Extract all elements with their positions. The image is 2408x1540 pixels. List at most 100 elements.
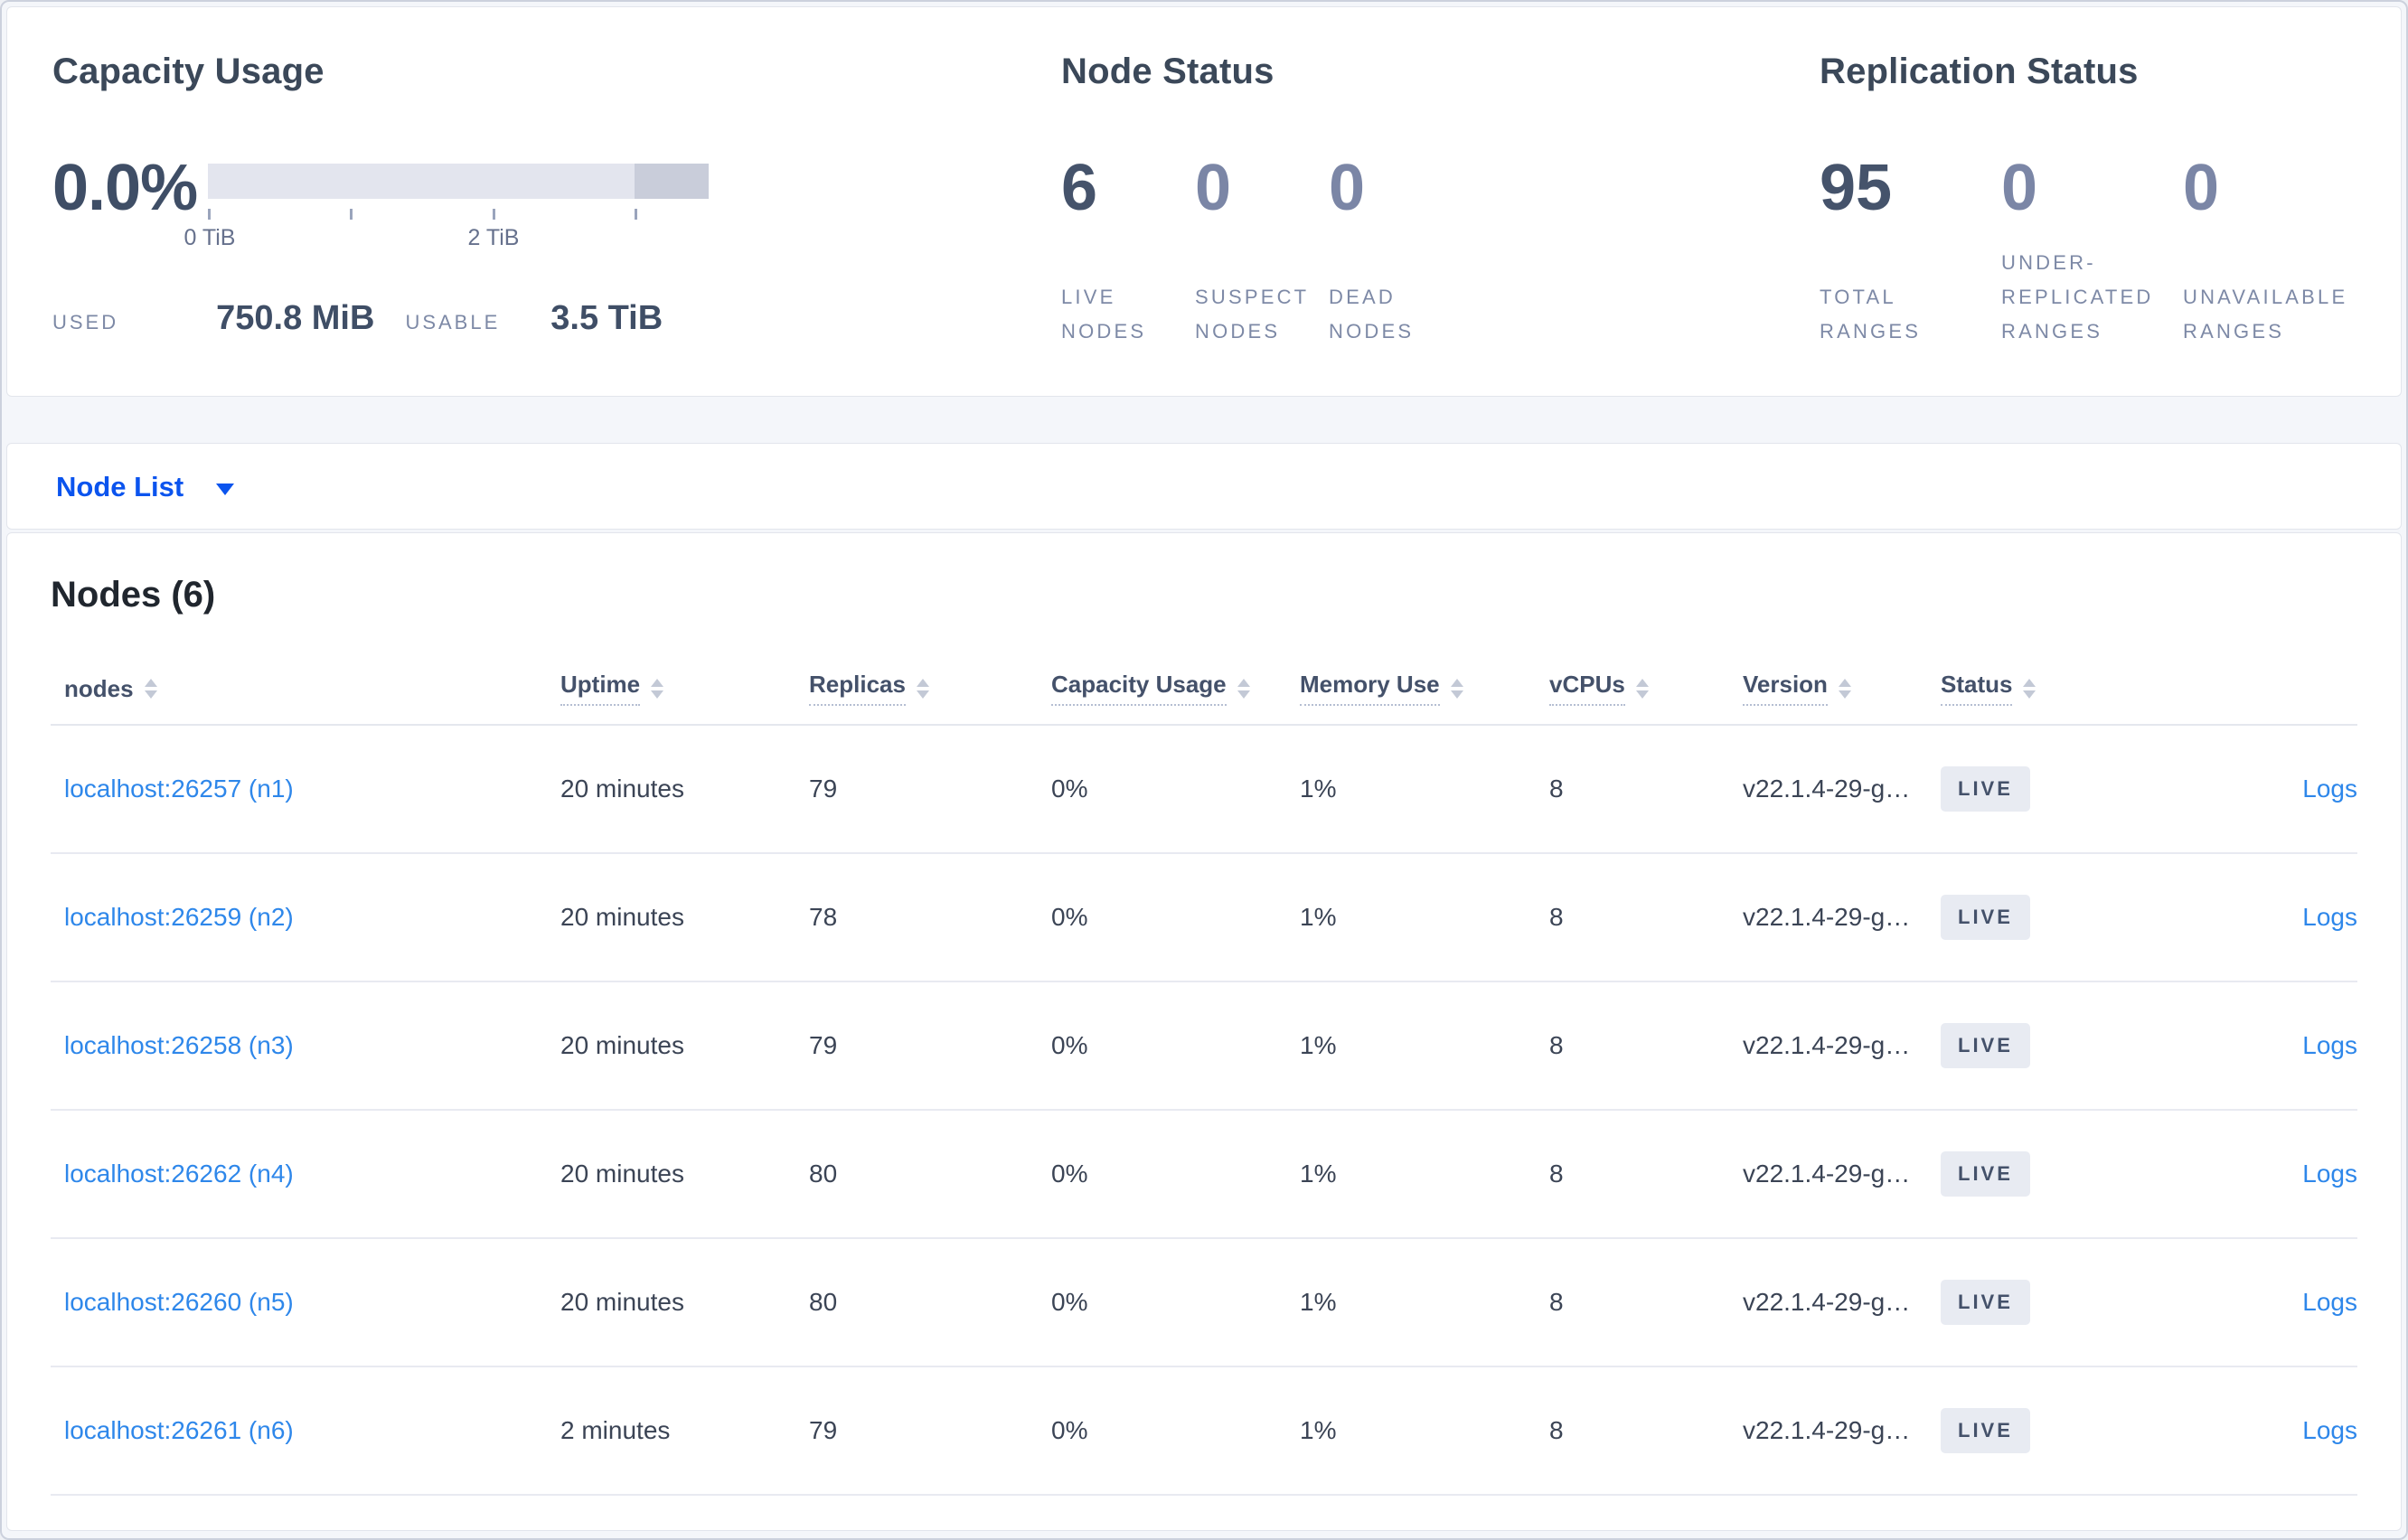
node-link[interactable]: localhost:26258 (n3) — [64, 1031, 294, 1059]
memory-cell: 1% — [1300, 1416, 1337, 1444]
table-row: localhost:26257 (n1) 20 minutes 79 0% 1%… — [51, 726, 2357, 854]
node-list-dropdown[interactable]: Node List — [56, 470, 235, 502]
status-badge: LIVE — [1941, 1151, 2030, 1197]
capacity-axis-tick — [635, 209, 637, 220]
uptime-cell: 20 minutes — [560, 1288, 684, 1316]
dead-nodes-value: 0 — [1329, 152, 1366, 224]
capacity-cell: 0% — [1051, 1416, 1088, 1444]
node-link[interactable]: localhost:26259 (n2) — [64, 903, 294, 931]
usable-value: 3.5 TiB — [550, 299, 663, 337]
table-row: localhost:26260 (n5) 20 minutes 80 0% 1%… — [51, 1239, 2357, 1367]
capacity-cell: 0% — [1051, 903, 1088, 931]
sort-icon[interactable] — [916, 679, 929, 699]
status-badge: LIVE — [1941, 1023, 2030, 1068]
logs-link[interactable]: Logs — [2302, 1416, 2357, 1444]
status-badge: LIVE — [1941, 895, 2030, 940]
replicas-cell: 79 — [809, 1416, 838, 1444]
vcpus-cell: 8 — [1549, 1160, 1564, 1188]
memory-cell: 1% — [1300, 1160, 1337, 1188]
replication-status-section: Replication Status 95 TOTAL RANGES 0 UND… — [1820, 53, 2401, 396]
nodes-table-panel: Nodes (6) nodes Uptime Replicas Capacity… — [6, 532, 2402, 1531]
column-header-replicas-label: Replicas — [809, 671, 906, 706]
replicas-cell: 79 — [809, 775, 838, 803]
cluster-overview-page: Capacity Usage 0.0% 0 TiB 2 TiB USED 750… — [0, 0, 2408, 1540]
logs-link[interactable]: Logs — [2302, 775, 2357, 803]
replication-status-title: Replication Status — [1820, 52, 2139, 91]
version-cell: v22.1.4-29-g… — [1743, 1288, 1911, 1316]
capacity-bar-track — [208, 164, 709, 199]
node-status-title: Node Status — [1061, 52, 1275, 91]
cluster-summary-panel: Capacity Usage 0.0% 0 TiB 2 TiB USED 750… — [6, 6, 2402, 397]
column-header-vcpus-label: vCPUs — [1549, 671, 1625, 706]
under-replicated-ranges-value: 0 — [2001, 152, 2038, 224]
live-nodes-label: LIVE NODES — [1061, 286, 1147, 343]
sort-icon[interactable] — [1635, 679, 1649, 699]
capacity-axis-tick — [208, 209, 211, 220]
column-header-uptime[interactable]: Uptime — [560, 671, 809, 706]
nodes-table-header-row: nodes Uptime Replicas Capacity Usage Mem… — [51, 653, 2357, 726]
logs-link[interactable]: Logs — [2302, 903, 2357, 931]
capacity-cell: 0% — [1051, 1160, 1088, 1188]
column-header-nodes[interactable]: nodes — [51, 676, 560, 702]
unavailable-ranges-value: 0 — [2183, 152, 2220, 224]
column-header-replicas[interactable]: Replicas — [809, 671, 1051, 706]
dead-nodes-label: DEAD NODES — [1329, 286, 1415, 343]
sort-icon[interactable] — [1237, 679, 1250, 699]
column-header-vcpus[interactable]: vCPUs — [1549, 671, 1743, 706]
suspect-nodes-value: 0 — [1195, 152, 1232, 224]
sort-icon[interactable] — [1450, 679, 1463, 699]
column-header-memory-use[interactable]: Memory Use — [1300, 671, 1549, 706]
used-label: USED — [52, 311, 119, 333]
capacity-percent-value: 0.0% — [52, 152, 198, 224]
node-link[interactable]: localhost:26260 (n5) — [64, 1288, 294, 1316]
node-link[interactable]: localhost:26262 (n4) — [64, 1160, 294, 1188]
usable-label: USABLE — [405, 311, 501, 333]
sort-icon[interactable] — [2023, 679, 2036, 699]
uptime-cell: 20 minutes — [560, 1160, 684, 1188]
capacity-usage-title: Capacity Usage — [52, 52, 325, 91]
suspect-nodes-label: SUSPECT NODES — [1195, 286, 1309, 343]
node-list-dropdown-label: Node List — [56, 470, 184, 502]
logs-link[interactable]: Logs — [2302, 1288, 2357, 1316]
capacity-axis-label-0: 0 TiB — [183, 225, 236, 250]
uptime-cell: 2 minutes — [560, 1416, 671, 1444]
column-header-capacity-usage[interactable]: Capacity Usage — [1051, 671, 1300, 706]
nodes-heading: Nodes (6) — [51, 575, 216, 615]
live-nodes-value: 6 — [1061, 152, 1098, 224]
column-header-nodes-label: nodes — [64, 674, 134, 702]
sort-icon[interactable] — [651, 679, 664, 699]
under-replicated-ranges-label: UNDER-REPLICATED RANGES — [2001, 251, 2154, 343]
logs-link[interactable]: Logs — [2302, 1160, 2357, 1188]
node-link[interactable]: localhost:26261 (n6) — [64, 1416, 294, 1444]
vcpus-cell: 8 — [1549, 903, 1564, 931]
column-header-status[interactable]: Status — [1941, 671, 2172, 706]
total-ranges-stat: 95 TOTAL RANGES — [1820, 152, 2001, 349]
under-replicated-ranges-stat: 0 UNDER-REPLICATED RANGES — [2001, 152, 2183, 349]
suspect-nodes-stat: 0 SUSPECT NODES — [1195, 152, 1329, 349]
vcpus-cell: 8 — [1549, 775, 1564, 803]
replicas-cell: 80 — [809, 1160, 838, 1188]
capacity-cell: 0% — [1051, 775, 1088, 803]
column-header-version[interactable]: Version — [1743, 671, 1941, 706]
total-ranges-label: TOTAL RANGES — [1820, 286, 1922, 343]
memory-cell: 1% — [1300, 1288, 1337, 1316]
uptime-cell: 20 minutes — [560, 903, 684, 931]
capacity-cell: 0% — [1051, 1031, 1088, 1059]
caret-down-icon — [216, 483, 235, 495]
version-cell: v22.1.4-29-g… — [1743, 1416, 1911, 1444]
table-row: localhost:26258 (n3) 20 minutes 79 0% 1%… — [51, 982, 2357, 1111]
sort-icon[interactable] — [1838, 679, 1851, 699]
version-cell: v22.1.4-29-g… — [1743, 1160, 1911, 1188]
logs-link[interactable]: Logs — [2302, 1031, 2357, 1059]
column-header-memory-use-label: Memory Use — [1300, 671, 1440, 706]
vcpus-cell: 8 — [1549, 1031, 1564, 1059]
capacity-bar-chart: 0 TiB 2 TiB — [184, 164, 709, 250]
node-link[interactable]: localhost:26257 (n1) — [64, 775, 294, 803]
capacity-axis-tick — [350, 209, 353, 220]
status-badge: LIVE — [1941, 766, 2030, 812]
replicas-cell: 79 — [809, 1031, 838, 1059]
total-ranges-value: 95 — [1820, 152, 1893, 224]
table-row: localhost:26259 (n2) 20 minutes 78 0% 1%… — [51, 854, 2357, 982]
status-badge: LIVE — [1941, 1280, 2030, 1325]
sort-icon[interactable] — [144, 679, 157, 699]
